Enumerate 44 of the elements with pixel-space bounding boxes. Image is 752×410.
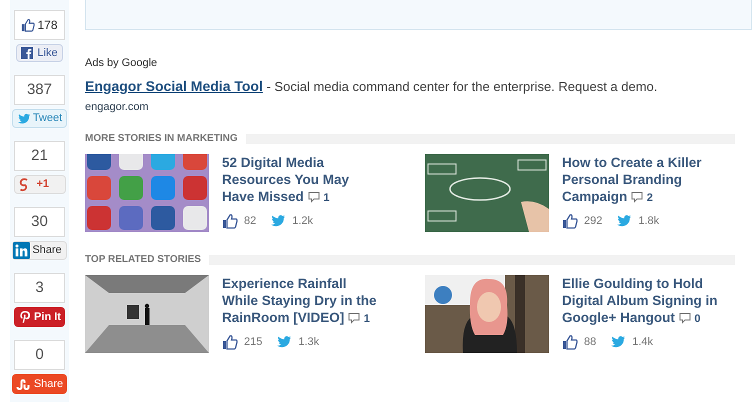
thumbs-up-icon [562, 213, 578, 230]
tweet-count: 1.8k [638, 214, 660, 229]
like-count: 292 [584, 214, 602, 229]
like-count: 88 [584, 335, 596, 350]
ad-link[interactable]: Engagor Social Media Tool [85, 78, 263, 94]
comment-icon [348, 312, 360, 324]
share-count: 0 [14, 340, 65, 370]
comment-icon [631, 191, 644, 204]
share-button[interactable]: Share [12, 241, 67, 260]
tweet-count: 1.2k [292, 214, 314, 229]
tweet-button[interactable]: Tweet [12, 109, 68, 128]
thumbs-up-icon [562, 334, 578, 350]
comment-icon [308, 191, 320, 204]
section-heading: TOP RELATED STORIES [85, 253, 201, 267]
share-count: 3 [14, 273, 65, 303]
stumbleupon-icon [16, 378, 32, 390]
share-count: 21 [14, 141, 65, 171]
comment-icon [678, 312, 691, 324]
share-button[interactable]: Share [12, 374, 68, 394]
like-button[interactable]: Like [16, 44, 63, 62]
pin-it-button[interactable]: Pin It [14, 307, 65, 327]
thumbs-up-icon [222, 213, 238, 230]
share-count: 178 [14, 10, 65, 40]
ad-url: engagor.com [85, 100, 150, 114]
ad-description: - Social media command center for the enterprise. Request a demo. [265, 78, 658, 94]
tweet-count: 1.3k [298, 335, 320, 350]
like-count: 215 [244, 335, 262, 350]
share-count: 387 [14, 75, 65, 105]
pinterest-icon [18, 310, 32, 324]
story-title[interactable]: How to Create a Killer Personal Branding Campaign 2 [562, 154, 724, 207]
story-title[interactable]: Experience Rainfall While Staying Dry in the RainRoom [VIDEO] 1 [222, 275, 384, 328]
section-heading: MORE STORIES IN MARKETING [85, 132, 238, 146]
like-count: 82 [244, 214, 256, 229]
thumbs-up-icon [222, 334, 238, 350]
story-title[interactable]: 52 Digital Media Resources You May Have Missed 1 [222, 154, 384, 207]
bird-icon [16, 112, 31, 126]
tweet-count: 1.4k [632, 335, 654, 350]
plus-one-button[interactable]: +1 [14, 175, 66, 194]
ad-heading: Ads by Google [85, 56, 158, 71]
facebook-icon [21, 47, 34, 59]
story-title[interactable]: Ellie Goulding to Hold Digital Album Signing in Google+ Hangout 0 [562, 275, 724, 328]
thumbs-up-icon [21, 18, 36, 32]
linkedin-icon [13, 242, 30, 259]
share-count: 30 [14, 207, 65, 237]
